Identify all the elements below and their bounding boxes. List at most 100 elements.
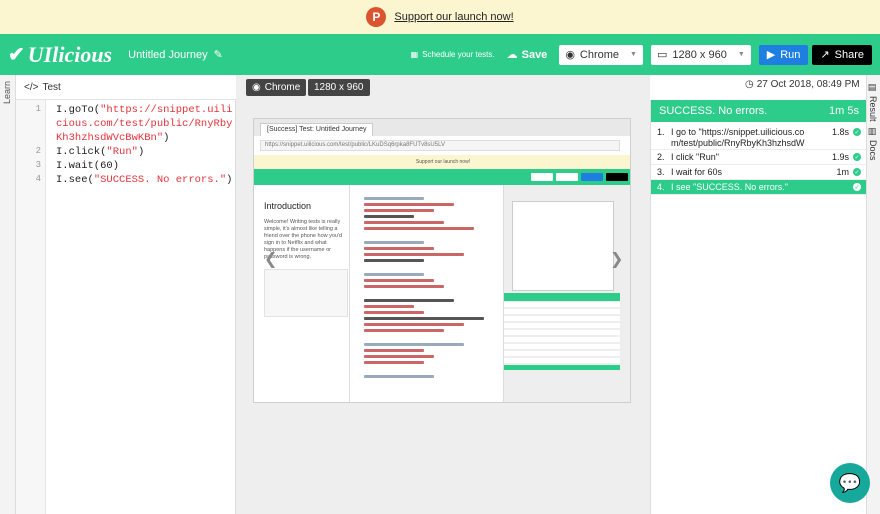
chevron-down-icon: ▼ bbox=[737, 51, 745, 58]
browser-select[interactable]: ◉ Chrome ▼ bbox=[559, 44, 643, 65]
code-editor[interactable]: 1 2 3 4 I.goTo("https://snippet.uiliciou… bbox=[16, 100, 236, 514]
journey-title[interactable]: Untitled Journey ✎ bbox=[128, 48, 223, 62]
play-icon: ▶ bbox=[766, 49, 776, 61]
shot-code-sample bbox=[264, 269, 348, 317]
shot-code-line bbox=[364, 375, 434, 378]
right-side-tabs: ▤ Result ▥ Docs bbox=[866, 75, 880, 514]
calendar-icon: ▦ bbox=[410, 50, 419, 59]
share-label: Share bbox=[834, 48, 864, 61]
schedule-link[interactable]: ▦ Schedule your tests. bbox=[411, 50, 495, 59]
shot-code-line bbox=[364, 209, 434, 212]
monitor-icon: ▭ bbox=[656, 49, 668, 61]
run-button[interactable]: ▶ Run bbox=[758, 44, 809, 65]
result-step-row[interactable]: 2. I click "Run" 1.9s ✓ bbox=[651, 150, 867, 165]
shot-code-line bbox=[364, 221, 444, 224]
shot-code-line bbox=[364, 285, 444, 288]
shot-code-line bbox=[364, 305, 414, 308]
shot-learn-panel: Introduction Welcome! Writing tests is r… bbox=[254, 185, 350, 402]
shot-code-line bbox=[364, 227, 474, 230]
step-text: I see "SUCCESS. No errors." bbox=[671, 182, 788, 192]
shot-result-row bbox=[504, 337, 620, 343]
shot-browser-select bbox=[531, 173, 553, 181]
shot-code-panel bbox=[350, 185, 504, 402]
code-line[interactable]: I.wait(60) bbox=[56, 159, 234, 173]
shot-nav-controls bbox=[531, 173, 628, 181]
resolution-select[interactable]: ▭ 1280 x 960 ▼ bbox=[650, 44, 751, 65]
learn-tab-label: Learn bbox=[2, 81, 12, 105]
code-line[interactable]: I.click("Run") bbox=[56, 145, 234, 159]
step-text: I go to "https://snippet.uilicious.com/t… bbox=[671, 127, 805, 148]
code-line[interactable]: I.goTo("https://snippet.uilicious.com/te… bbox=[56, 103, 234, 145]
line-gutter: 1 2 3 4 bbox=[16, 100, 46, 514]
shot-mini-page bbox=[512, 201, 614, 291]
step-status: ✓ bbox=[853, 167, 867, 179]
chevron-left-icon: ❮ bbox=[264, 251, 278, 268]
line-number: 4 bbox=[35, 174, 41, 184]
shot-code-line bbox=[364, 279, 434, 282]
share-icon: ↗ bbox=[820, 49, 830, 61]
shot-result-row bbox=[504, 358, 620, 364]
shot-tabbar: [Success] Test: Untitled Journey bbox=[254, 119, 630, 136]
step-number: 3. bbox=[657, 167, 665, 177]
browser-select-value: Chrome bbox=[579, 48, 620, 61]
result-tab[interactable]: ▤ Result bbox=[868, 83, 878, 122]
result-icon: ▤ bbox=[868, 83, 878, 93]
product-hunt-logo-icon: P bbox=[366, 7, 387, 27]
step-number: 2. bbox=[657, 152, 665, 162]
docs-tab[interactable]: ▥ Docs bbox=[868, 127, 878, 161]
timestamp-text: 27 Oct 2018, 08:49 PM bbox=[756, 79, 860, 90]
step-number: 1. bbox=[657, 127, 665, 137]
checkmark-logo-icon: ✔ bbox=[8, 44, 25, 66]
support-launch-link[interactable]: Support our launch now! bbox=[394, 11, 513, 23]
top-navbar: ✔ UIlicious Untitled Journey ✎ ▦ Schedul… bbox=[0, 34, 880, 75]
shot-code-line bbox=[364, 329, 444, 332]
uilicious-logo[interactable]: ✔ UIlicious bbox=[8, 42, 112, 68]
shot-code-line bbox=[364, 203, 454, 206]
shot-code-line bbox=[364, 355, 434, 358]
shot-navbar bbox=[254, 169, 630, 185]
shot-code-line bbox=[364, 311, 424, 314]
line-number: 2 bbox=[35, 146, 41, 156]
shot-result-row bbox=[504, 344, 620, 350]
result-step-row-selected[interactable]: 4. I see "SUCCESS. No errors." ✓ bbox=[651, 180, 867, 195]
run-label: Run bbox=[780, 48, 801, 61]
results-status-bar: SUCCESS. No errors. 1m 5s bbox=[651, 100, 867, 122]
chrome-icon: ◉ bbox=[252, 82, 261, 93]
learn-tab[interactable]: Learn bbox=[0, 75, 16, 514]
shot-code-line bbox=[364, 323, 464, 326]
shot-heading: Introduction bbox=[264, 201, 312, 211]
shot-share-button bbox=[606, 173, 628, 181]
check-circle-icon: ✓ bbox=[853, 128, 861, 136]
shot-result-row bbox=[504, 351, 620, 357]
share-button[interactable]: ↗ Share bbox=[812, 44, 872, 65]
editor-tab[interactable]: </> Test bbox=[16, 75, 236, 100]
shot-code-line bbox=[364, 361, 424, 364]
journey-title-text: Untitled Journey bbox=[128, 48, 208, 61]
shot-code-line bbox=[364, 215, 414, 218]
shot-code-line bbox=[364, 197, 424, 200]
shot-code-line bbox=[364, 253, 464, 256]
step-text: I click "Run" bbox=[671, 152, 719, 162]
code-line[interactable]: I.see("SUCCESS. No errors.") bbox=[56, 173, 234, 187]
step-duration bbox=[813, 182, 853, 194]
preview-resolution-label: 1280 x 960 bbox=[314, 82, 364, 93]
chat-bubble-icon: 💬 bbox=[838, 472, 862, 493]
run-timestamp: ◷ 27 Oct 2018, 08:49 PM bbox=[745, 79, 860, 90]
step-duration: 1.8s bbox=[831, 127, 849, 137]
logo-text: UIlicious bbox=[27, 41, 113, 67]
shot-result-row bbox=[504, 330, 620, 336]
preview-resolution-chip: 1280 x 960 bbox=[308, 79, 370, 96]
results-duration: 1m 5s bbox=[829, 105, 859, 117]
chat-launcher[interactable]: 💬 bbox=[830, 463, 870, 503]
code-lines[interactable]: I.goTo("https://snippet.uilicious.com/te… bbox=[56, 103, 234, 187]
schedule-text: Schedule your tests. bbox=[422, 50, 495, 59]
line-number: 3 bbox=[35, 160, 41, 170]
shot-code-line bbox=[364, 247, 434, 250]
save-button[interactable]: ☁ Save bbox=[507, 48, 548, 62]
docs-icon: ▥ bbox=[868, 127, 878, 137]
check-circle-icon: ✓ bbox=[853, 153, 861, 161]
pencil-icon[interactable]: ✎ bbox=[214, 48, 223, 61]
result-step-row[interactable]: 3. I wait for 60s 1m ✓ bbox=[651, 165, 867, 180]
browser-screenshot: [Success] Test: Untitled Journey https:/… bbox=[253, 118, 631, 403]
result-step-row[interactable]: 1. I go to "https://snippet.uilicious.co… bbox=[651, 124, 867, 150]
